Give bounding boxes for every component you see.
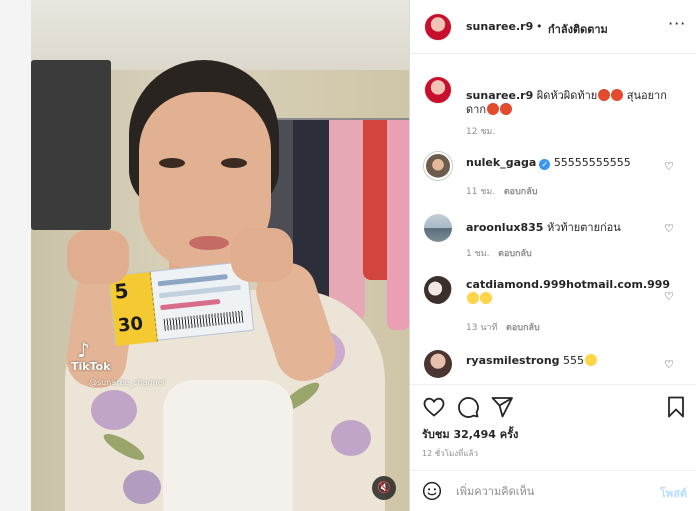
jacket-flower [331, 420, 371, 456]
comment-username[interactable]: catdiamond.999hotmail.com.999 [466, 278, 670, 291]
comment-meta: 1 ชม. ตอบกลับ [466, 246, 532, 260]
jacket-flower [123, 470, 161, 504]
comment-avatar[interactable] [424, 152, 452, 180]
share-icon[interactable] [490, 395, 514, 419]
comment-icon[interactable] [456, 395, 480, 419]
hand [231, 228, 293, 282]
follow-status[interactable]: กำลังติดตาม [548, 20, 608, 38]
comment-composer: โพสต์ [410, 470, 696, 511]
ticket-barcode [163, 310, 245, 331]
reply-button[interactable]: ตอบกลับ [506, 323, 540, 333]
tiktok-label: TikTok [71, 360, 111, 373]
post-header: sunaree.r9 • กำลังติดตาม ··· [410, 0, 696, 54]
comment-row: ryasmilestrong 555 [466, 354, 598, 367]
comment-text: 55555555555 [553, 156, 631, 169]
lips [189, 236, 229, 250]
lottery-ticket: 5 30 [107, 260, 255, 347]
ticket-line [158, 284, 241, 299]
comment-meta: 11 ชม. ตอบกลับ [466, 184, 537, 198]
ticket-bottom-number: 30 [116, 313, 145, 337]
caption-text-2: ดาก [466, 103, 486, 116]
emoji-picker-icon[interactable] [422, 481, 442, 501]
comment-time: 1 ชม. [466, 249, 490, 259]
hanging-cloth [387, 120, 409, 330]
comment-like-heart-icon[interactable]: ♡ [664, 222, 674, 235]
header-separator: • [536, 20, 543, 33]
avatar[interactable] [424, 13, 452, 41]
caption-line-2: ดาก [466, 100, 512, 118]
view-count-prefix: รับชม [422, 428, 450, 441]
post-time-ago: 12 ชั่วโมงที่แล้ว [422, 449, 478, 458]
ticket-line [157, 274, 228, 287]
mute-icon[interactable]: 🔇 [372, 476, 396, 500]
view-count-number: 32,494 [453, 428, 496, 441]
comment-emoji-row [466, 292, 492, 305]
video-player[interactable]: 5 30 ♪ TikTok @sunaree_channel [31, 0, 410, 511]
verified-badge-icon: ✓ [539, 159, 551, 170]
tiktok-watermark: ♪ TikTok [71, 340, 111, 373]
comment-input[interactable] [456, 479, 656, 503]
caption-text: ผิดหัวผิดท้าย [536, 89, 598, 102]
reply-button[interactable]: ตอบกลับ [504, 187, 538, 197]
laugh-emoji-icon [467, 292, 479, 304]
eye [221, 158, 247, 168]
jacket-flower [91, 390, 137, 430]
more-options-icon[interactable]: ··· [668, 14, 686, 33]
comment-avatar[interactable] [424, 214, 452, 242]
angry-emoji-icon [499, 103, 512, 115]
ticket-line [160, 298, 221, 311]
ticket-stub: 5 30 [108, 272, 158, 347]
comment-like-heart-icon[interactable]: ♡ [664, 358, 674, 371]
header-username[interactable]: sunaree.r9 [466, 20, 533, 33]
comment-time: 13 นาที [466, 323, 498, 333]
post-button[interactable]: โพสต์ [660, 484, 687, 502]
left-backdrop [0, 0, 31, 511]
post-panel: sunaree.r9 • กำลังติดตาม ··· sunaree.r9 … [410, 0, 696, 511]
tiktok-logo-icon: ♪ [77, 338, 90, 362]
comment-text: หัวท้ายตายก่อน [546, 221, 621, 234]
tiktok-handle: @sunaree_channel [89, 378, 165, 387]
comment-row: catdiamond.999hotmail.com.999 [466, 278, 670, 291]
angry-emoji-icon [598, 89, 611, 101]
caption-time: 12 ชม. [466, 127, 496, 137]
comment-avatar[interactable] [424, 350, 452, 378]
like-heart-icon[interactable] [422, 395, 446, 419]
comment-like-heart-icon[interactable]: ♡ [664, 160, 674, 173]
angry-emoji-icon [611, 89, 624, 101]
comment-row: aroonlux835 หัวท้ายตายก่อน [466, 218, 621, 236]
view-count-suffix: ครั้ง [499, 428, 519, 441]
view-count[interactable]: รับชม 32,494 ครั้ง [422, 425, 518, 443]
reply-button[interactable]: ตอบกลับ [498, 249, 532, 259]
laugh-emoji-icon [480, 292, 492, 304]
comment-username[interactable]: ryasmilestrong [466, 354, 560, 367]
comment-time: 11 ชม. [466, 187, 496, 197]
comment-username[interactable]: nulek_gaga [466, 156, 536, 169]
eye [159, 158, 185, 168]
action-bar: รับชม 32,494 ครั้ง 12 ชั่วโมงที่แล้ว [410, 384, 696, 474]
comment-avatar[interactable] [424, 276, 452, 304]
caption-avatar[interactable] [424, 76, 452, 104]
comment-row: nulek_gaga ✓ 55555555555 [466, 156, 631, 170]
comment-username[interactable]: aroonlux835 [466, 221, 543, 234]
video-tv [31, 60, 111, 230]
laugh-emoji-icon [585, 354, 598, 366]
caption-text-tail: สุนอยาก [626, 89, 667, 102]
hand [67, 230, 129, 284]
comment-text: 555 [563, 354, 585, 367]
hanging-cloth [329, 120, 365, 320]
save-bookmark-icon[interactable] [664, 395, 688, 419]
comment-like-heart-icon[interactable]: ♡ [664, 290, 674, 303]
comment-meta: 13 นาที ตอบกลับ [466, 320, 540, 334]
white-top [163, 380, 293, 511]
angry-emoji-icon [486, 103, 499, 115]
